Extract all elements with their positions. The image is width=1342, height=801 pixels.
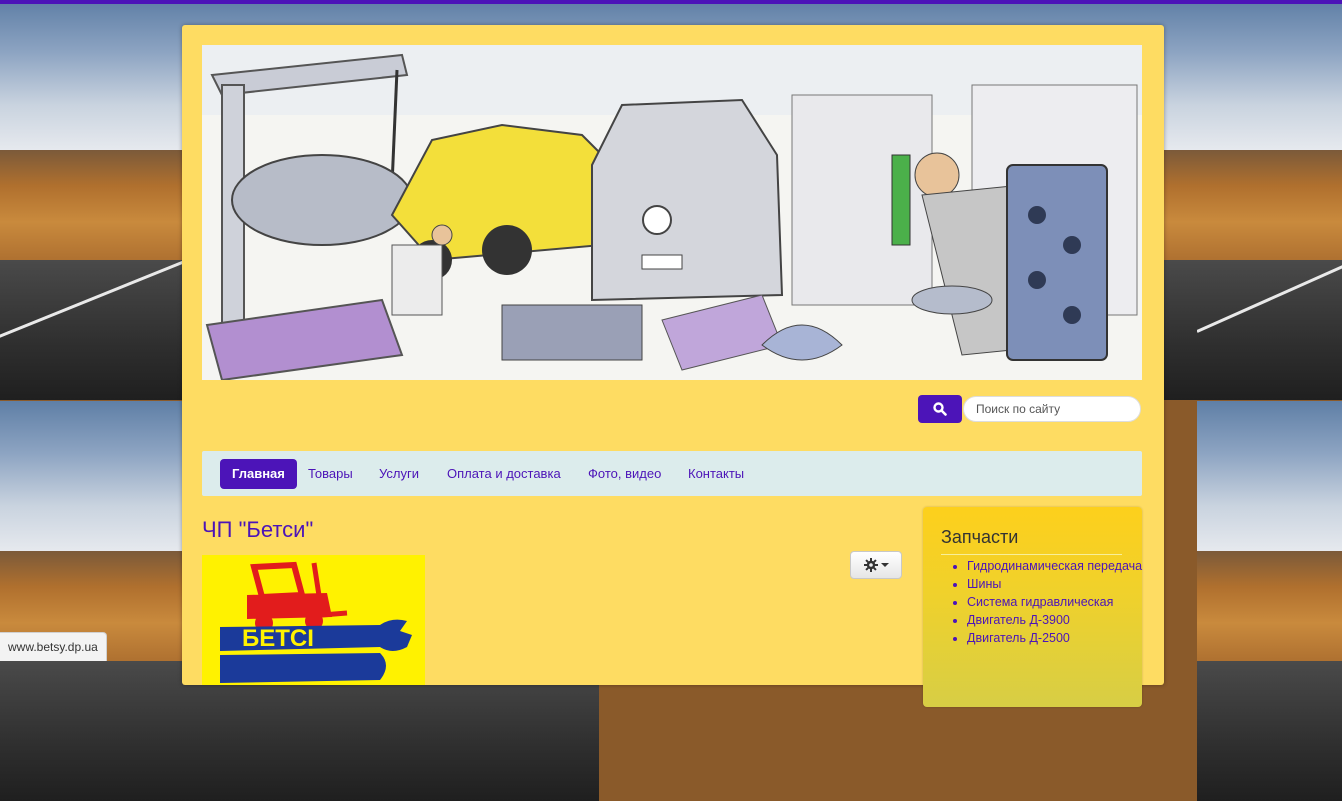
search-button[interactable]: [918, 395, 962, 423]
garage-illustration: [202, 45, 1142, 380]
nav-item-products[interactable]: Товары: [296, 459, 365, 489]
nav-item-home[interactable]: Главная: [220, 459, 297, 489]
main-navbar: Главная Товары Услуги Оплата и доставка …: [202, 451, 1142, 496]
sidebar-parts-list: Гидродинамическая передача Шины Система …: [941, 557, 1157, 647]
settings-dropdown-button[interactable]: [850, 551, 902, 579]
main-container: Главная Товары Услуги Оплата и доставка …: [182, 25, 1164, 707]
sidebar-item-tires[interactable]: Шины: [967, 575, 1157, 593]
page-title: ЧП "Бетси": [202, 517, 314, 542]
header-banner-illustration: [202, 45, 1142, 380]
sidebar-item-hydraulic-system[interactable]: Система гидравлическая: [967, 593, 1157, 611]
nav-item-payment-delivery[interactable]: Оплата и доставка: [435, 459, 573, 489]
forklift-logo-graphic: БЕТСІ: [202, 555, 425, 685]
top-accent-stripe: [0, 0, 1342, 4]
caret-down-icon: [880, 563, 889, 567]
background-tile: [1197, 401, 1342, 801]
sidebar-parts-panel: Запчасти Гидродинамическая передача Шины…: [923, 507, 1142, 707]
nav-item-photo-video[interactable]: Фото, видео: [576, 459, 673, 489]
nav-item-services[interactable]: Услуги: [367, 459, 431, 489]
logo-text: БЕТСІ: [242, 625, 314, 652]
status-bar-url: www.betsy.dp.ua: [0, 632, 107, 661]
background-tile: [1197, 0, 1342, 400]
sidebar-item-hydrodynamic-transmission[interactable]: Гидродинамическая передача: [967, 557, 1157, 575]
search-icon: [933, 402, 947, 416]
search-input[interactable]: [963, 396, 1141, 422]
nav-item-contacts[interactable]: Контакты: [676, 459, 756, 489]
company-logo-image: БЕТСІ: [202, 555, 425, 685]
sidebar-item-engine-d3900[interactable]: Двигатель Д-3900: [967, 611, 1157, 629]
sidebar-item-engine-d2500[interactable]: Двигатель Д-2500: [967, 629, 1157, 647]
sidebar-title: Запчасти: [941, 527, 1122, 555]
gear-icon: [863, 558, 878, 572]
